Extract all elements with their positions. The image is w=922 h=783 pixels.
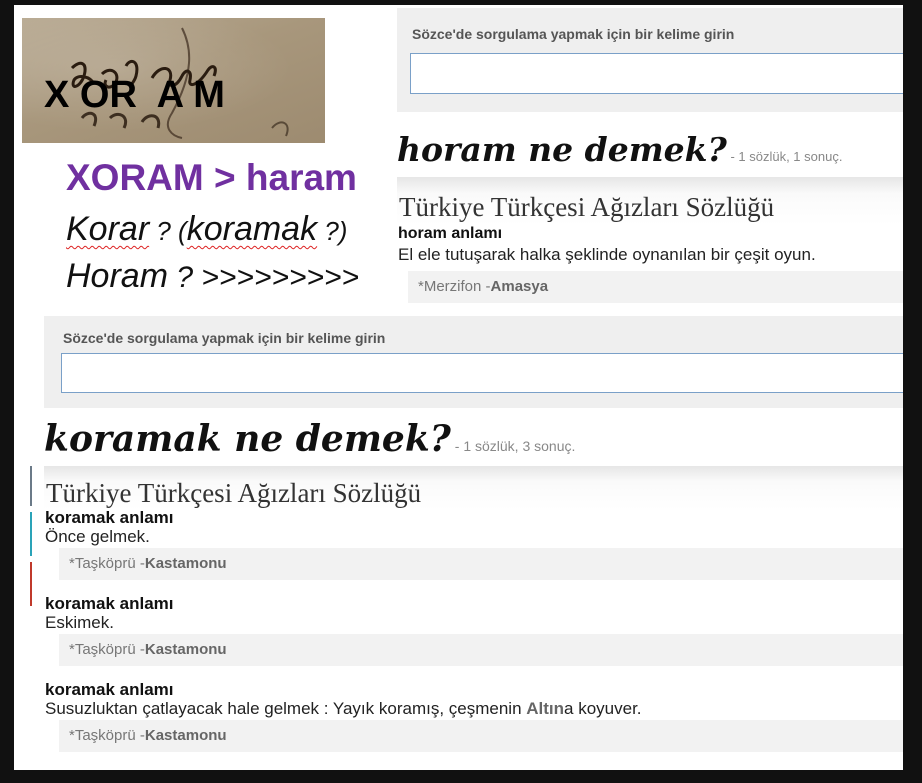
koramak-entry-3-head: koramak anlamı bbox=[45, 680, 174, 699]
koramak-entry-3-source-city: Kastamonu bbox=[144, 727, 227, 744]
photo-caption: X OR A M bbox=[44, 74, 225, 116]
annotation-korar: Korar ? (koramak ?) bbox=[66, 210, 347, 249]
koramak-page-title: koramak ne demek? - 1 sözlük, 3 sonuç. bbox=[44, 418, 575, 460]
search-label-top: Sözce'de sorgulama yapmak için bir kelim… bbox=[412, 26, 735, 42]
koramak-entry-2-def: Eskimek. bbox=[45, 613, 114, 632]
koramak-entry-1-source-place: *Taşköprü - bbox=[69, 555, 145, 572]
koramak-entry-2-source: *Taşköprü -Kastamonu bbox=[59, 634, 903, 666]
horam-subtitle: - 1 sözlük, 1 sonuç. bbox=[726, 149, 843, 164]
koramak-entry-3-def-pre: Susuzluktan çatlayacak hale gelmek : Yay… bbox=[45, 699, 527, 718]
search-input-top[interactable] bbox=[410, 53, 903, 94]
screenshot-canvas: X OR A M XORAM > haram Korar ? (koramak … bbox=[0, 0, 922, 783]
koramak-entry-1-source: *Taşköprü -Kastamonu bbox=[59, 548, 903, 580]
search-panel-bottom: Sözce'de sorgulama yapmak için bir kelim… bbox=[44, 316, 903, 408]
horam-entry-def: El ele tutuşarak halka şeklinde oynanıla… bbox=[398, 245, 816, 264]
annotation-main: XORAM > haram bbox=[66, 157, 357, 198]
side-line-red bbox=[30, 562, 32, 606]
annotation-horam-arrows: ? >>>>>>>>> bbox=[168, 261, 360, 294]
annotation-horam-word: Horam bbox=[66, 257, 169, 295]
horam-source-place: *Merzifon - bbox=[418, 278, 491, 295]
annotation-korar-q: ? ( bbox=[149, 216, 187, 246]
koramak-entry-2-source-place: *Taşköprü - bbox=[69, 641, 145, 658]
frame-bottom bbox=[0, 770, 922, 783]
frame-right bbox=[903, 0, 922, 783]
annotation-korar-word: Korar bbox=[66, 210, 150, 248]
side-line-gray bbox=[30, 466, 32, 506]
koramak-title: koramak ne demek? bbox=[44, 418, 451, 460]
koramak-entry-2-head: koramak anlamı bbox=[45, 594, 174, 613]
horam-dictionary-name: Türkiye Türkçesi Ağızları Sözlüğü bbox=[399, 192, 775, 222]
side-line-teal bbox=[30, 512, 32, 556]
annotation-korar-end: ?) bbox=[317, 216, 348, 246]
horam-entry-source: *Merzifon -Amasya bbox=[408, 271, 903, 303]
frame-left bbox=[0, 0, 14, 783]
koramak-entry-3-def-post: a koyuver. bbox=[564, 699, 642, 718]
koramak-entry-1-def: Önce gelmek. bbox=[45, 527, 150, 546]
koramak-entry-2-source-city: Kastamonu bbox=[144, 641, 227, 658]
annotation-horam: Horam ? >>>>>>>>> bbox=[66, 257, 359, 296]
koramak-dictionary-name: Türkiye Türkçesi Ağızları Sözlüğü bbox=[46, 478, 422, 508]
annotation-koramak-word: koramak bbox=[186, 210, 318, 248]
koramak-entry-3-def: Susuzluktan çatlayacak hale gelmek : Yay… bbox=[45, 699, 642, 719]
koramak-subtitle: - 1 sözlük, 3 sonuç. bbox=[450, 438, 576, 454]
horam-entry-head: horam anlamı bbox=[398, 225, 503, 242]
search-input-bottom[interactable] bbox=[61, 353, 903, 393]
koramak-entry-1-head: koramak anlamı bbox=[45, 508, 174, 527]
horam-title: horam ne demek? bbox=[397, 130, 727, 169]
horam-page-title: horam ne demek? - 1 sözlük, 1 sonuç. bbox=[397, 130, 842, 169]
horam-source-city: Amasya bbox=[490, 278, 549, 295]
koramak-entry-3-source: *Taşköprü -Kastamonu bbox=[59, 720, 903, 752]
koramak-entry-3-def-highlight: Altın bbox=[526, 699, 565, 718]
search-label-bottom: Sözce'de sorgulama yapmak için bir kelim… bbox=[63, 330, 386, 346]
search-panel-top: Sözce'de sorgulama yapmak için bir kelim… bbox=[397, 8, 903, 112]
koramak-entry-1-source-city: Kastamonu bbox=[144, 555, 227, 572]
frame-top bbox=[0, 0, 922, 5]
koramak-entry-3-source-place: *Taşköprü - bbox=[69, 727, 145, 744]
